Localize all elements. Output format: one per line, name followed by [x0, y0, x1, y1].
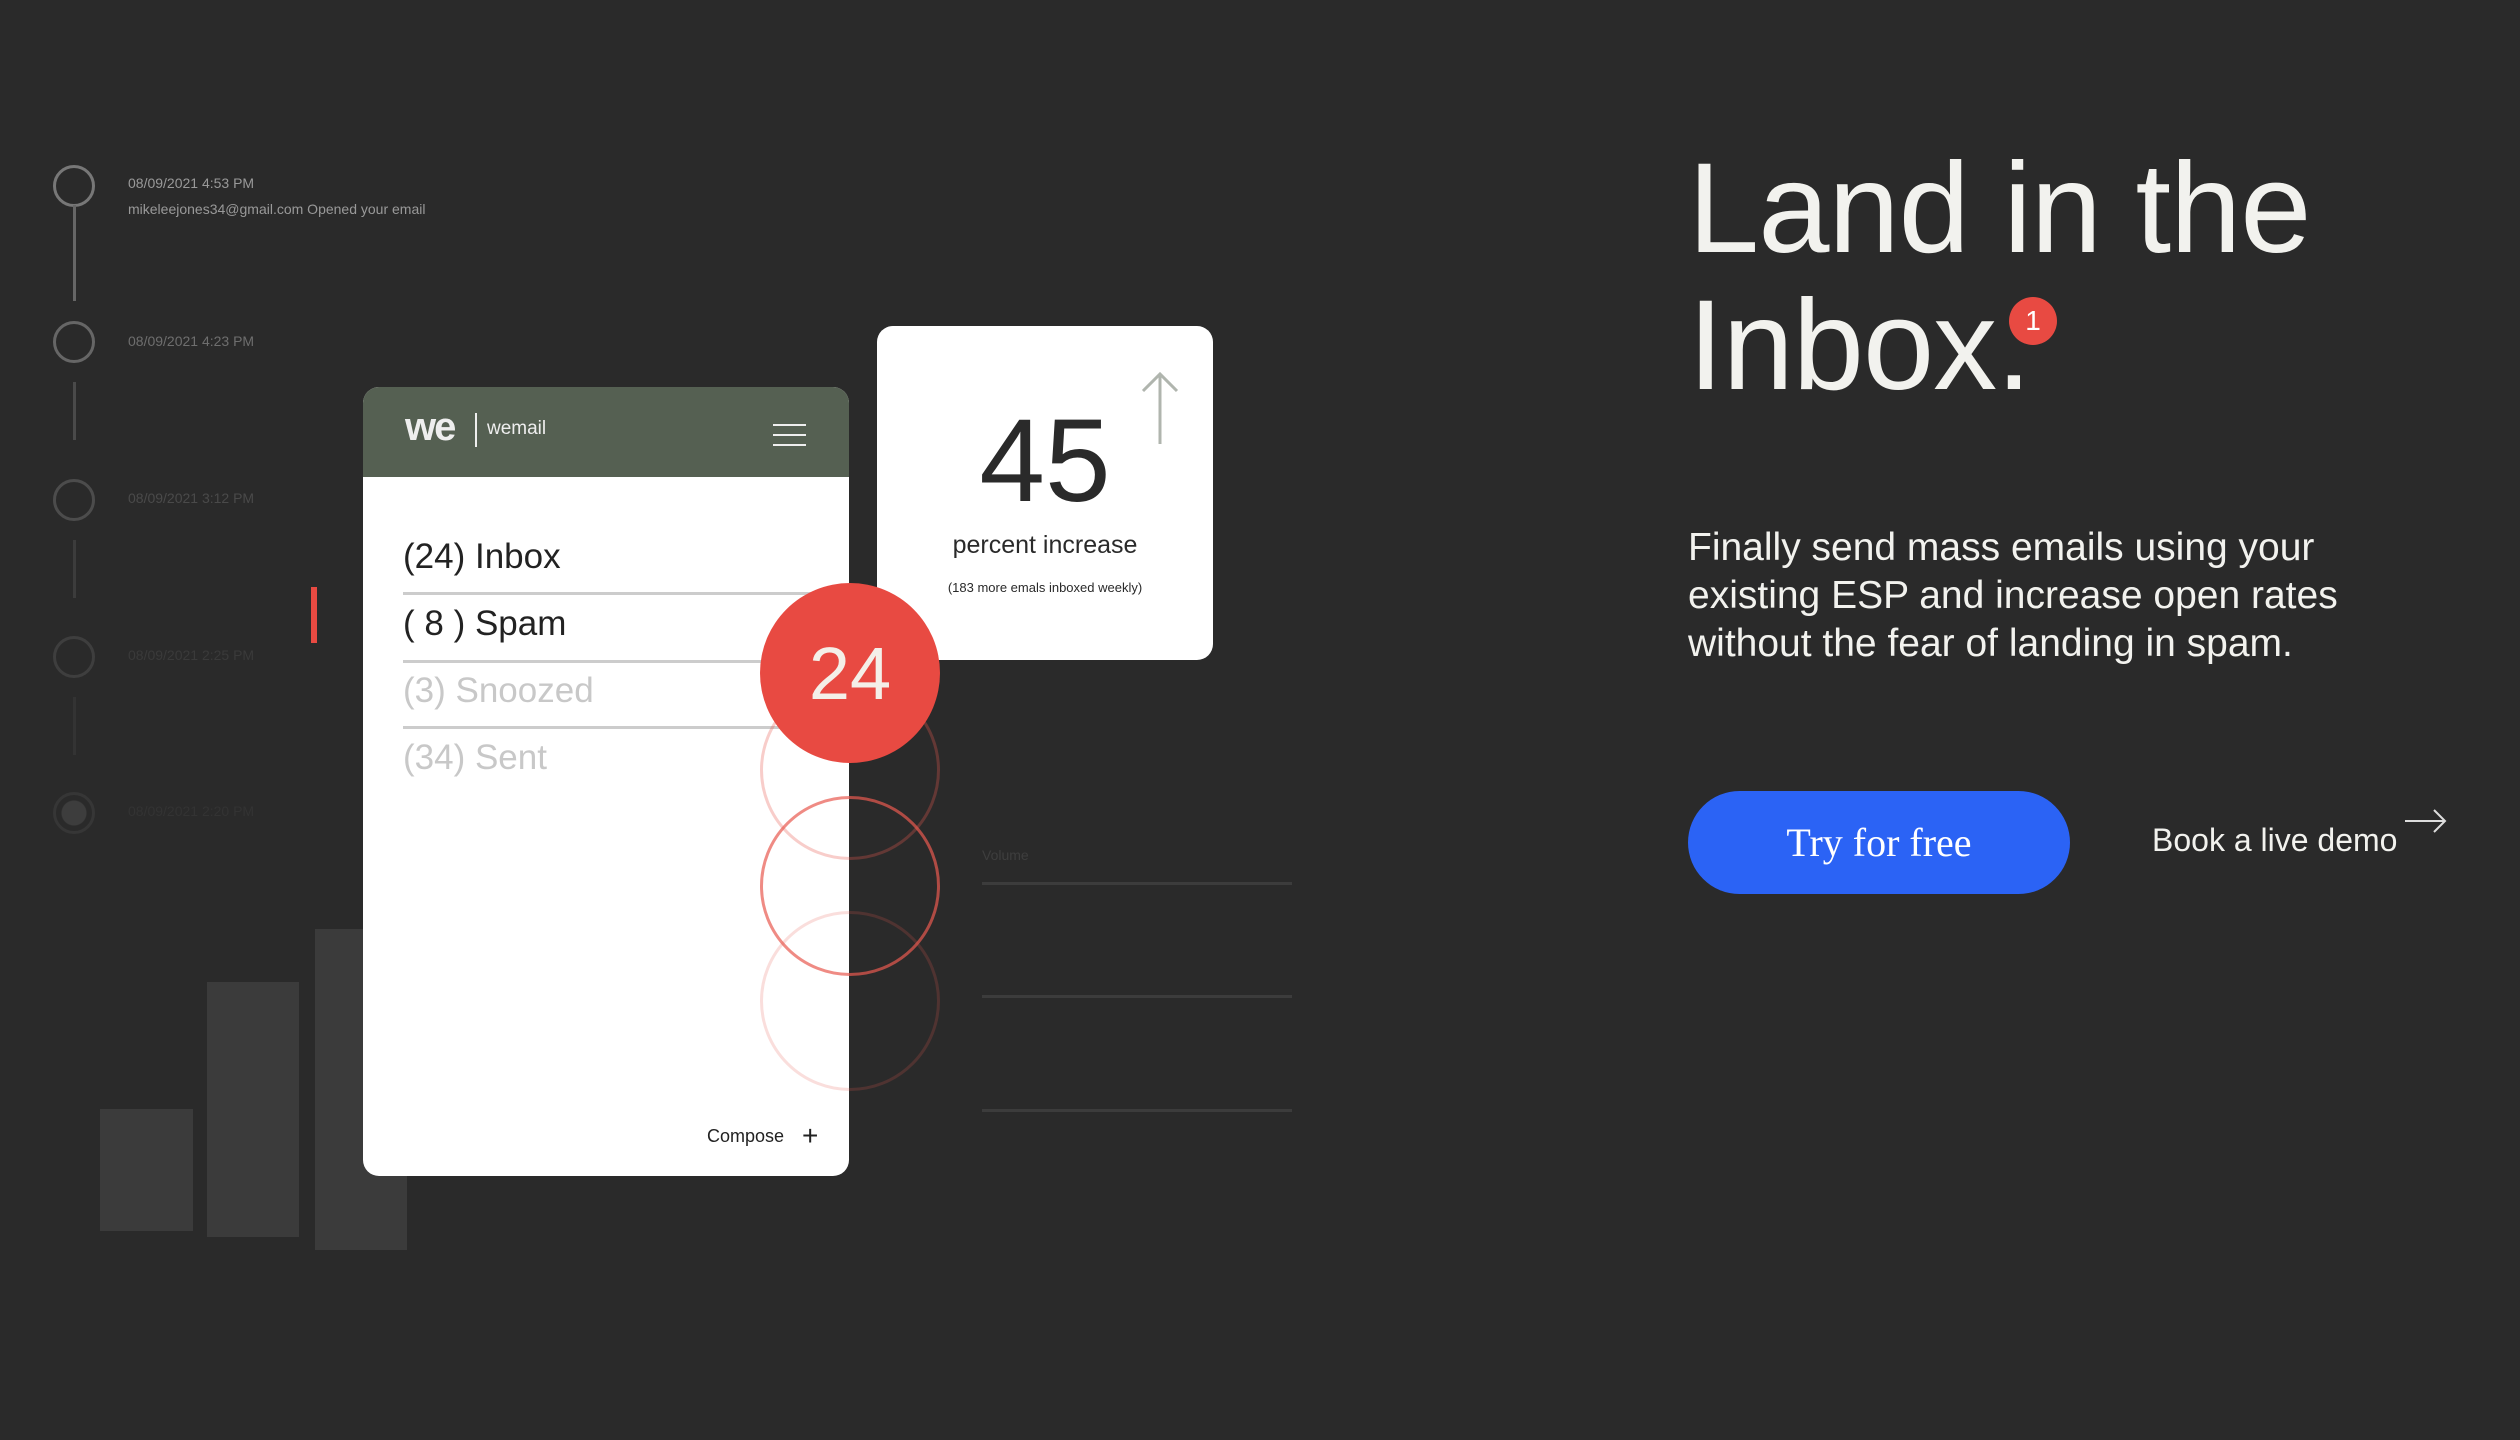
gridline — [982, 995, 1292, 998]
book-demo-link[interactable]: Book a live demo — [2152, 822, 2397, 859]
compose-label: Compose — [707, 1125, 785, 1146]
logo-divider — [475, 413, 477, 447]
gridline — [982, 1109, 1292, 1112]
timeline-detail: mikeleejones34@gmail.com Opened your ema… — [128, 201, 426, 217]
stat-label: percent increase — [952, 531, 1138, 559]
timeline-node-current — [53, 792, 95, 834]
timeline-time: 08/09/2021 3:12 PM — [128, 490, 255, 506]
app-header: we wemail — [363, 387, 849, 477]
timeline-time: 08/09/2021 4:53 PM — [128, 175, 255, 191]
volume-label: Volume — [982, 847, 1029, 863]
timeline-time: 08/09/2021 2:20 PM — [128, 803, 255, 819]
inbox-count-badge: 24 — [760, 583, 940, 763]
title-line-2: Inbox. — [1688, 274, 2032, 417]
arrow-up-icon — [1141, 371, 1179, 444]
stat-note: (183 more emals inboxed weekly) — [947, 580, 1143, 595]
notification-badge: 1 — [2009, 297, 2057, 345]
compose-button[interactable]: Compose + — [707, 1120, 818, 1152]
timeline-time: 08/09/2021 2:25 PM — [128, 647, 255, 663]
hero-description: Finally send mass emails using your exis… — [1688, 526, 2338, 665]
app-name: wemail — [487, 418, 547, 439]
timeline-connector — [73, 382, 76, 440]
folder-inbox[interactable]: (24) Inbox — [403, 537, 561, 577]
stat-card: 45 percent increase (183 more emals inbo… — [877, 326, 1213, 660]
menu-icon[interactable] — [773, 424, 806, 446]
gridline — [982, 882, 1292, 885]
decorative-ring — [760, 911, 940, 1091]
timeline-connector — [73, 540, 76, 598]
bar — [207, 982, 299, 1237]
folder-sent[interactable]: (34) Sent — [403, 738, 547, 778]
hero-title: Land in the Inbox. — [1688, 137, 2311, 417]
divider — [403, 592, 849, 595]
title-line-1: Land in the — [1688, 137, 2311, 280]
bar — [100, 1109, 193, 1231]
timeline-connector — [73, 205, 76, 301]
timeline-node — [53, 636, 95, 678]
timeline-connector — [73, 697, 76, 755]
folder-spam[interactable]: ( 8 ) Spam — [403, 604, 566, 644]
timeline-time: 08/09/2021 4:23 PM — [128, 333, 255, 349]
timeline-node — [53, 321, 95, 363]
timeline-node — [53, 165, 95, 207]
try-for-free-button[interactable]: Try for free — [1688, 791, 2070, 894]
plus-icon: + — [802, 1120, 819, 1151]
red-marker — [311, 587, 317, 643]
arrow-right-icon[interactable] — [2404, 808, 2448, 834]
folder-snoozed[interactable]: (3) Snoozed — [403, 671, 594, 711]
timeline-node — [53, 479, 95, 521]
app-logo: we — [405, 405, 456, 449]
